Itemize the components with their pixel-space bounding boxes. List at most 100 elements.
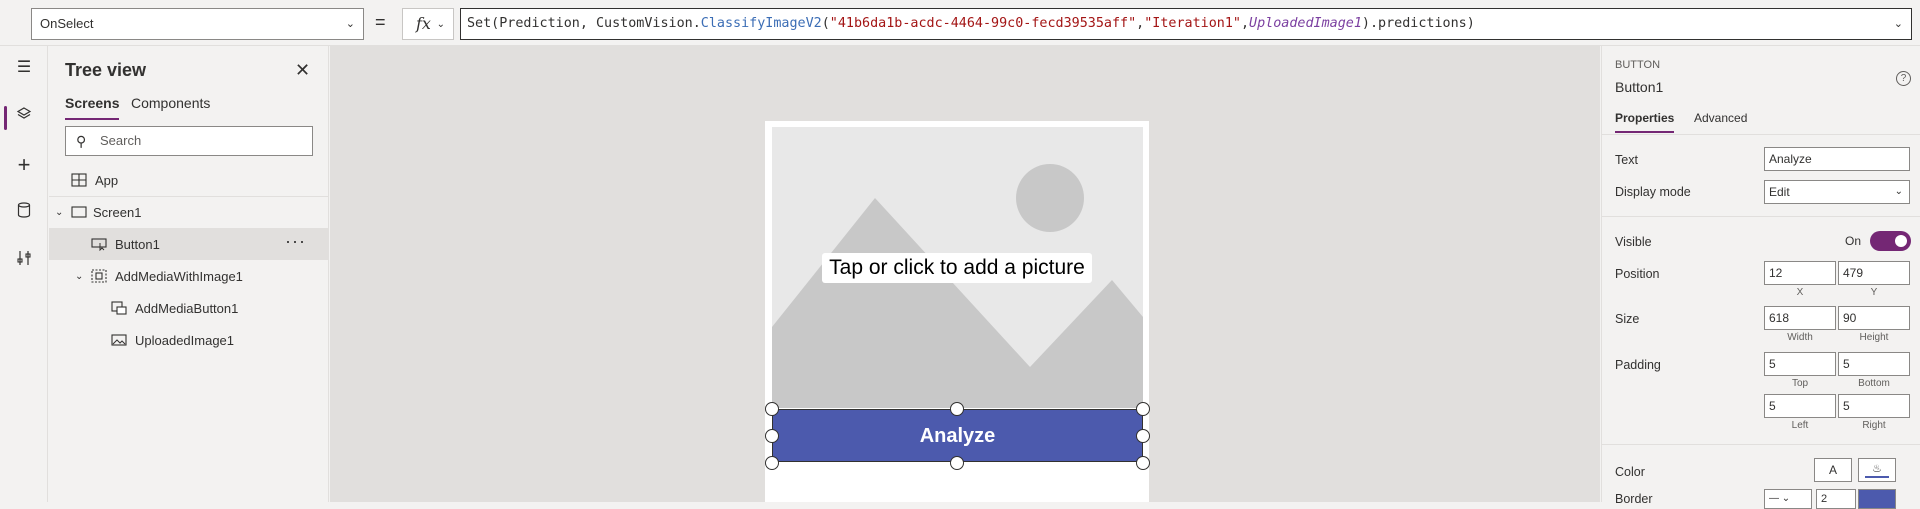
app-icon [71, 173, 87, 187]
resize-handle[interactable] [1136, 402, 1150, 416]
size-label: Size [1615, 312, 1640, 326]
property-dropdown-value: OnSelect [40, 16, 94, 31]
tab-screens[interactable]: Screens [65, 94, 120, 120]
chevron-down-icon: ⌄ [436, 19, 445, 30]
resize-handle[interactable] [1136, 456, 1150, 470]
fx-icon: fx [416, 14, 431, 33]
tree-item-label: AddMediaWithImage1 [115, 269, 243, 284]
chevron-down-icon[interactable]: ⌄ [1894, 9, 1903, 39]
resize-handle[interactable] [765, 429, 779, 443]
left-rail: ☰ + [0, 46, 48, 502]
text-label: Text [1615, 153, 1638, 167]
size-width-input[interactable]: 618 [1764, 306, 1836, 330]
tree-item-button1[interactable]: Button1 ··· [49, 228, 328, 260]
size-height-caption: Height [1859, 332, 1889, 343]
fill-color-picker[interactable]: ♨ [1858, 458, 1896, 482]
divider [1602, 134, 1920, 135]
formula-text-part: ( [821, 16, 830, 31]
padding-label: Padding [1615, 358, 1661, 372]
layers-icon[interactable] [12, 106, 36, 130]
help-icon[interactable]: ? [1896, 71, 1911, 86]
chevron-down-icon: ⌄ [345, 18, 355, 30]
equals-sign: = [375, 12, 386, 32]
tree-item-addmediawithimage1[interactable]: ⌄ AddMediaWithImage1 [49, 260, 328, 292]
tree-view-panel: Tree view ✕ Screens Components ⚲ Search … [49, 46, 329, 502]
size-height-input[interactable]: 90 [1838, 306, 1910, 330]
formula-function-name: ClassifyImageV2 [700, 16, 822, 31]
visible-state: On [1845, 234, 1862, 248]
tree-item-label: UploadedImage1 [135, 333, 235, 348]
property-dropdown[interactable]: OnSelect ⌄ [31, 8, 364, 40]
formula-text-part: , [1136, 16, 1145, 31]
formula-bar: OnSelect ⌄ = fx ⌄ Set(Prediction, Custom… [0, 0, 1920, 46]
fx-button[interactable]: fx ⌄ [402, 8, 454, 40]
more-options-icon[interactable]: ··· [285, 225, 306, 257]
tree-item-label: AddMediaButton1 [135, 301, 239, 316]
border-label: Border [1615, 492, 1653, 506]
tree-item-addmediabutton1[interactable]: AddMediaButton1 [49, 292, 328, 324]
padding-right-caption: Right [1862, 420, 1886, 431]
position-y-input[interactable]: 479 [1838, 261, 1910, 285]
image-icon [111, 334, 127, 346]
search-placeholder: Search [100, 133, 142, 148]
resize-handle[interactable] [1136, 429, 1150, 443]
add-picture-label: Tap or click to add a picture [822, 253, 1092, 283]
formula-text-part: Set(Prediction, CustomVision. [467, 16, 701, 31]
plus-icon[interactable]: + [12, 153, 36, 177]
tab-components[interactable]: Components [131, 94, 210, 120]
formula-text-part: , [1240, 16, 1250, 31]
add-media-icon [111, 301, 127, 315]
display-mode-label: Display mode [1615, 185, 1691, 199]
formula-control-reference: UploadedImage1 [1249, 16, 1362, 31]
divider [1602, 216, 1920, 217]
padding-top-caption: Top [1791, 378, 1809, 389]
tab-properties[interactable]: Properties [1615, 111, 1675, 133]
tools-icon[interactable] [12, 250, 36, 274]
formula-input[interactable]: Set(Prediction, CustomVision.ClassifyIma… [460, 8, 1912, 40]
screen-icon [71, 206, 87, 218]
tree-item-uploadedimage1[interactable]: UploadedImage1 [49, 324, 328, 356]
properties-panel: BUTTON Button1 ? Properties Advanced Tex… [1601, 46, 1920, 509]
padding-right-input[interactable]: 5 [1838, 394, 1910, 418]
border-style-select[interactable]: — ⌄ [1764, 489, 1812, 509]
text-input[interactable]: Analyze [1764, 147, 1910, 171]
tree-item-screen1[interactable]: ⌄ Screen1 [49, 196, 328, 228]
divider [1602, 444, 1920, 445]
chevron-down-icon: ⌄ [1894, 186, 1903, 197]
tree-view-title: Tree view [65, 60, 147, 80]
resize-handle[interactable] [950, 456, 964, 470]
close-icon[interactable]: ✕ [295, 60, 310, 81]
formula-string-literal: "41b6da1b-acdc-4464-99c0-fecd39535aff" [829, 16, 1137, 31]
chevron-down-icon[interactable]: ⌄ [75, 261, 83, 293]
padding-left-input[interactable]: 5 [1764, 394, 1836, 418]
text-color-picker[interactable]: A [1814, 458, 1852, 482]
tab-advanced[interactable]: Advanced [1694, 111, 1747, 133]
search-input[interactable]: ⚲ Search [65, 126, 313, 156]
control-name: Button1 [1615, 79, 1664, 95]
color-label: Color [1615, 465, 1645, 479]
chevron-down-icon[interactable]: ⌄ [55, 197, 63, 229]
display-mode-select[interactable]: Edit ⌄ [1764, 180, 1910, 204]
border-color-picker[interactable] [1858, 489, 1896, 509]
hamburger-menu-icon[interactable]: ☰ [12, 56, 36, 80]
button-control-icon [91, 238, 107, 251]
visible-toggle[interactable] [1870, 231, 1911, 251]
active-indicator [4, 106, 7, 130]
display-mode-value: Edit [1769, 185, 1790, 199]
tree-item-label: Screen1 [93, 205, 142, 220]
position-x-input[interactable]: 12 [1764, 261, 1836, 285]
database-icon[interactable] [12, 202, 36, 226]
analyze-button[interactable]: Analyze [772, 409, 1143, 462]
resize-handle[interactable] [765, 456, 779, 470]
formula-text-part: ).predictions) [1361, 16, 1475, 31]
tree-item-app[interactable]: App [49, 164, 328, 196]
resize-handle[interactable] [765, 402, 779, 416]
position-x-caption: X [1796, 287, 1804, 298]
padding-bottom-input[interactable]: 5 [1838, 352, 1910, 376]
position-label: Position [1615, 267, 1660, 281]
padding-top-input[interactable]: 5 [1764, 352, 1836, 376]
tree-item-label: App [95, 173, 119, 188]
resize-handle[interactable] [950, 402, 964, 416]
search-icon: ⚲ [76, 133, 87, 149]
border-thickness-input[interactable]: 2 [1816, 489, 1856, 509]
